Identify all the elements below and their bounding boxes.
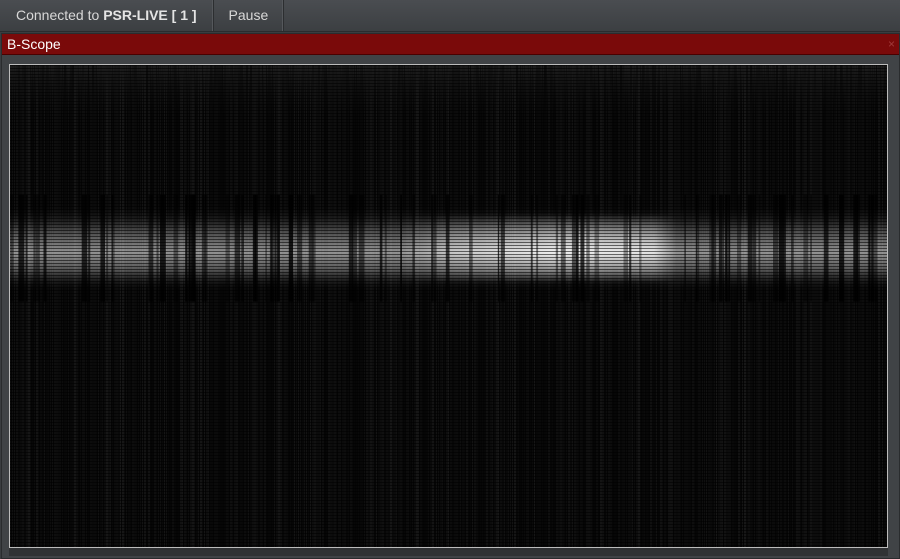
scope-footer-bar [9, 548, 888, 556]
pause-button[interactable]: Pause [214, 0, 285, 31]
b-scope-display[interactable] [9, 64, 888, 548]
b-scope-panel: B-Scope × [1, 33, 900, 559]
connection-status: Connected to PSR-LIVE [ 1 ] [0, 0, 214, 31]
connection-name: PSR-LIVE [ 1 ] [103, 7, 197, 23]
close-icon[interactable]: × [888, 34, 895, 54]
panel-title: B-Scope [7, 36, 61, 52]
connection-prefix: Connected to [16, 7, 100, 23]
panel-header: B-Scope × [2, 34, 899, 55]
b-scope-image [10, 65, 887, 547]
top-toolbar: Connected to PSR-LIVE [ 1 ] Pause [0, 0, 900, 32]
